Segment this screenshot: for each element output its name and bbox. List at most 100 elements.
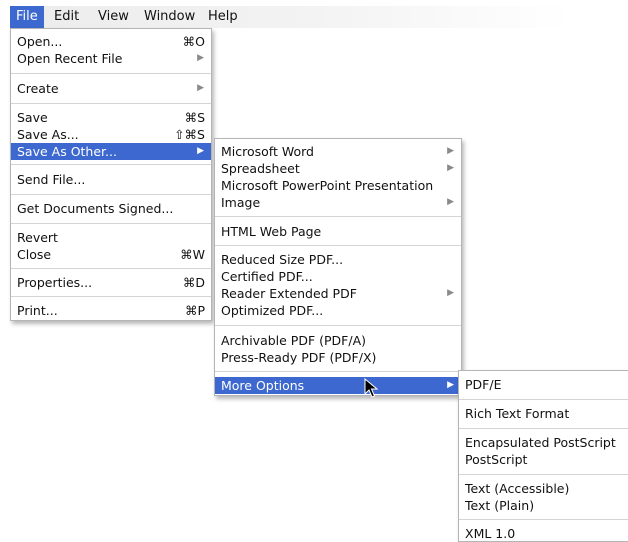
menu-item-get-documents-signed[interactable]: Get Documents Signed... <box>11 200 211 217</box>
menu-item-reduced-size-pdf[interactable]: Reduced Size PDF... <box>215 251 461 268</box>
menu-item-reader-extended-pdf[interactable]: Reader Extended PDF ▶ <box>215 285 461 302</box>
submenu-arrow-icon: ▶ <box>197 83 204 93</box>
menu-item-label: Revert <box>17 230 58 245</box>
menu-item-send-file[interactable]: Send File... <box>11 171 211 188</box>
menu-file[interactable]: File <box>10 6 44 28</box>
menu-item-optimized-pdf[interactable]: Optimized PDF... <box>215 302 461 319</box>
menu-item-label: Microsoft Word <box>221 144 314 159</box>
menu-item-open-recent[interactable]: Open Recent File ▶ <box>11 50 211 67</box>
menu-item-label: Reduced Size PDF... <box>221 252 344 267</box>
menu-item-label: PostScript <box>465 452 528 467</box>
menu-item-text-accessible[interactable]: Text (Accessible) <box>459 480 628 497</box>
save-as-other-submenu: Microsoft Word ▶ Spreadsheet ▶ Microsoft… <box>214 138 462 396</box>
menu-item-pdf-e[interactable]: PDF/E <box>459 376 628 393</box>
menu-item-xml[interactable]: XML 1.0 <box>459 525 628 542</box>
menu-item-label: PDF/E <box>465 377 502 392</box>
menu-item-label: Close <box>17 247 52 262</box>
menu-item-label: HTML Web Page <box>221 224 322 239</box>
menu-item-print[interactable]: Print... ⌘P <box>11 302 211 319</box>
menu-item-label: Print... <box>17 303 58 318</box>
separator <box>11 268 211 269</box>
separator <box>11 164 211 165</box>
menu-item-label: Encapsulated PostScript <box>465 435 616 450</box>
menu-item-archivable-pdf[interactable]: Archivable PDF (PDF/A) <box>215 332 461 349</box>
menu-item-more-options[interactable]: More Options ▶ <box>215 377 461 394</box>
menu-item-create[interactable]: Create ▶ <box>11 80 211 97</box>
separator <box>459 519 628 520</box>
separator <box>459 428 628 429</box>
menu-item-spreadsheet[interactable]: Spreadsheet ▶ <box>215 160 461 177</box>
menu-item-label: Save As... <box>17 127 79 142</box>
menu-bar: File Edit View Window Help <box>10 6 570 28</box>
separator <box>215 371 461 372</box>
separator <box>11 296 211 297</box>
menu-item-close[interactable]: Close ⌘W <box>11 246 211 263</box>
menu-item-label: Open Recent File <box>17 51 123 66</box>
shortcut-label: ⌘S <box>184 110 205 125</box>
separator <box>215 325 461 326</box>
shortcut-label: ⌘W <box>180 247 205 262</box>
separator <box>11 103 211 104</box>
menu-item-press-ready-pdf[interactable]: Press-Ready PDF (PDF/X) <box>215 349 461 366</box>
menu-item-label: Text (Plain) <box>465 498 535 513</box>
menu-item-label: Certified PDF... <box>221 269 313 284</box>
menu-item-label: Save As Other... <box>17 144 117 159</box>
shortcut-label: ⌘P <box>184 303 205 318</box>
menu-edit[interactable]: Edit <box>48 6 85 28</box>
submenu-arrow-icon: ▶ <box>197 53 204 63</box>
menu-item-label: Reader Extended PDF <box>221 286 357 301</box>
menu-item-image[interactable]: Image ▶ <box>215 194 461 211</box>
menu-item-label: Open... <box>17 34 63 49</box>
submenu-arrow-icon: ▶ <box>197 146 204 156</box>
shortcut-label: ⇧⌘S <box>174 127 205 142</box>
submenu-arrow-icon: ▶ <box>447 197 454 207</box>
menu-item-label: Rich Text Format <box>465 406 570 421</box>
mouse-pointer-icon <box>364 378 378 398</box>
separator <box>459 474 628 475</box>
shortcut-label: ⌘D <box>182 275 205 290</box>
menu-item-label: Send File... <box>17 172 86 187</box>
separator <box>11 73 211 74</box>
menu-item-rich-text-format[interactable]: Rich Text Format <box>459 405 628 422</box>
menu-item-label: Image <box>221 195 261 210</box>
menu-item-label: Archivable PDF (PDF/A) <box>221 333 367 348</box>
separator <box>215 216 461 217</box>
submenu-arrow-icon: ▶ <box>447 380 454 390</box>
menu-item-label: Properties... <box>17 275 93 290</box>
menu-item-label: Create <box>17 81 59 96</box>
submenu-arrow-icon: ▶ <box>447 146 454 156</box>
file-menu: Open... ⌘O Open Recent File ▶ Create ▶ S… <box>10 28 212 321</box>
menu-view[interactable]: View <box>92 6 135 28</box>
menu-item-properties[interactable]: Properties... ⌘D <box>11 274 211 291</box>
more-options-submenu: PDF/E Rich Text Format Encapsulated Post… <box>458 370 628 542</box>
menu-item-postscript[interactable]: PostScript <box>459 451 628 468</box>
menu-item-html-web-page[interactable]: HTML Web Page <box>215 223 461 240</box>
menu-window[interactable]: Window <box>138 6 201 28</box>
menu-item-save-as[interactable]: Save As... ⇧⌘S <box>11 126 211 143</box>
separator <box>215 245 461 246</box>
menu-item-certified-pdf[interactable]: Certified PDF... <box>215 268 461 285</box>
menu-help[interactable]: Help <box>202 6 244 28</box>
menu-item-label: Press-Ready PDF (PDF/X) <box>221 350 377 365</box>
menu-item-revert[interactable]: Revert <box>11 229 211 246</box>
menu-item-label: Get Documents Signed... <box>17 201 174 216</box>
menu-item-powerpoint[interactable]: Microsoft PowerPoint Presentation <box>215 177 461 194</box>
menu-item-label: Microsoft PowerPoint Presentation <box>221 178 434 193</box>
menu-item-open[interactable]: Open... ⌘O <box>11 33 211 50</box>
separator <box>459 399 628 400</box>
submenu-arrow-icon: ▶ <box>447 288 454 298</box>
separator <box>11 194 211 195</box>
separator <box>11 223 211 224</box>
menu-item-save-as-other[interactable]: Save As Other... ▶ <box>11 143 211 160</box>
menu-item-label: Spreadsheet <box>221 161 300 176</box>
submenu-arrow-icon: ▶ <box>447 163 454 173</box>
shortcut-label: ⌘O <box>182 34 205 49</box>
menu-item-label: More Options <box>221 378 305 393</box>
menu-item-microsoft-word[interactable]: Microsoft Word ▶ <box>215 143 461 160</box>
menu-item-label: Save <box>17 110 48 125</box>
menu-item-save[interactable]: Save ⌘S <box>11 109 211 126</box>
menu-item-label: Text (Accessible) <box>465 481 570 496</box>
menu-item-text-plain[interactable]: Text (Plain) <box>459 497 628 514</box>
menu-item-encapsulated-postscript[interactable]: Encapsulated PostScript <box>459 434 628 451</box>
menu-item-label: Optimized PDF... <box>221 303 324 318</box>
